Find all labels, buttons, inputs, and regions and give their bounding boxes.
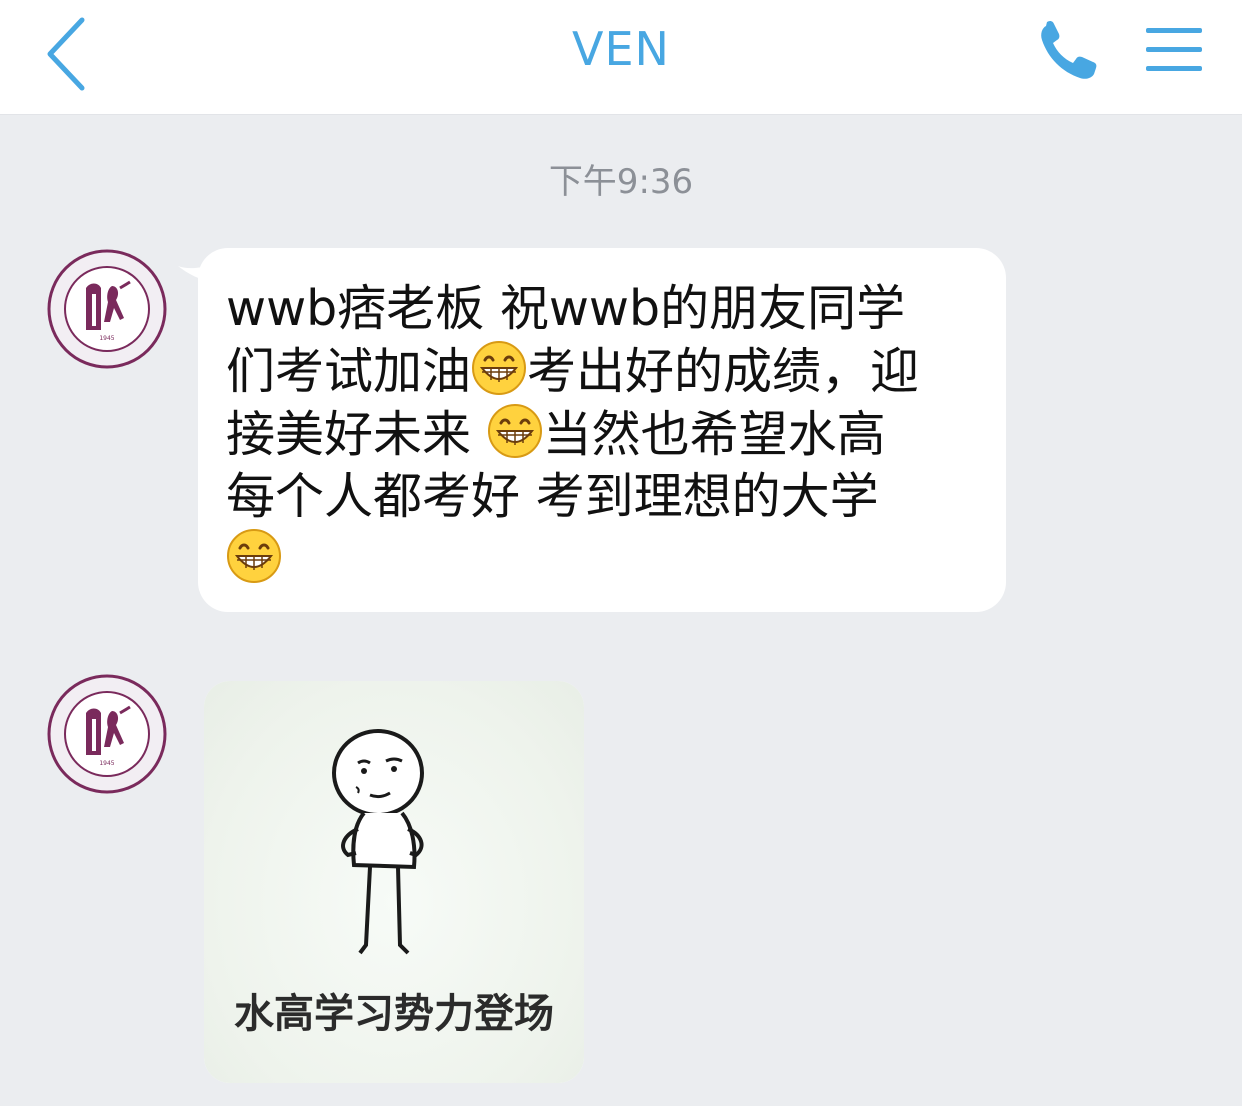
academy-logo-icon: 1945 — [47, 249, 167, 369]
message-line — [226, 528, 978, 591]
avatar-year: 1945 — [99, 335, 114, 342]
message-timestamp: 下午9:36 — [548, 162, 694, 202]
stick-figure-meme-icon — [332, 729, 424, 955]
hamburger-menu-icon — [1146, 28, 1202, 71]
image-message-bubble[interactable]: 水高学习势力登场 — [204, 681, 584, 1083]
grinning-face-emoji-icon — [227, 529, 281, 583]
grinning-face-emoji-icon — [472, 341, 527, 395]
message-line: 们考试加油 考出好的成绩，迎 — [226, 340, 978, 403]
message-text: 每个人都考好 考到理想的大学 — [226, 468, 879, 525]
message-line: 每个人都考好 考到理想的大学 — [226, 466, 978, 528]
avatar-year: 1945 — [99, 760, 114, 767]
message-line: 接美好未来 当然也希望水高 — [226, 403, 978, 466]
academy-logo-icon: 1945 — [47, 674, 167, 794]
sender-avatar[interactable]: 1945 — [46, 248, 168, 370]
meme-caption: 水高学习势力登场 — [234, 991, 554, 1037]
message-text: 接美好未来 — [226, 406, 487, 463]
sender-avatar[interactable]: 1945 — [46, 673, 168, 795]
text-message-bubble[interactable]: wwb痞老板 祝wwb的朋友同学 们考试加油 考出好的成绩，迎 接美好未来 当然… — [198, 248, 1006, 612]
phone-icon — [1041, 20, 1097, 79]
message-text: 考出好的成绩，迎 — [527, 343, 920, 400]
call-button[interactable] — [1036, 20, 1104, 84]
message-text: 当然也希望水高 — [542, 406, 886, 463]
grinning-face-emoji-icon — [487, 404, 542, 458]
message-text: wwb痞老板 祝wwb的朋友同学 — [226, 280, 906, 337]
message-text: 们考试加油 — [226, 343, 472, 400]
chat-header: VEN — [0, 0, 1242, 115]
message-line: wwb痞老板 祝wwb的朋友同学 — [226, 278, 978, 340]
menu-button[interactable] — [1146, 24, 1202, 76]
